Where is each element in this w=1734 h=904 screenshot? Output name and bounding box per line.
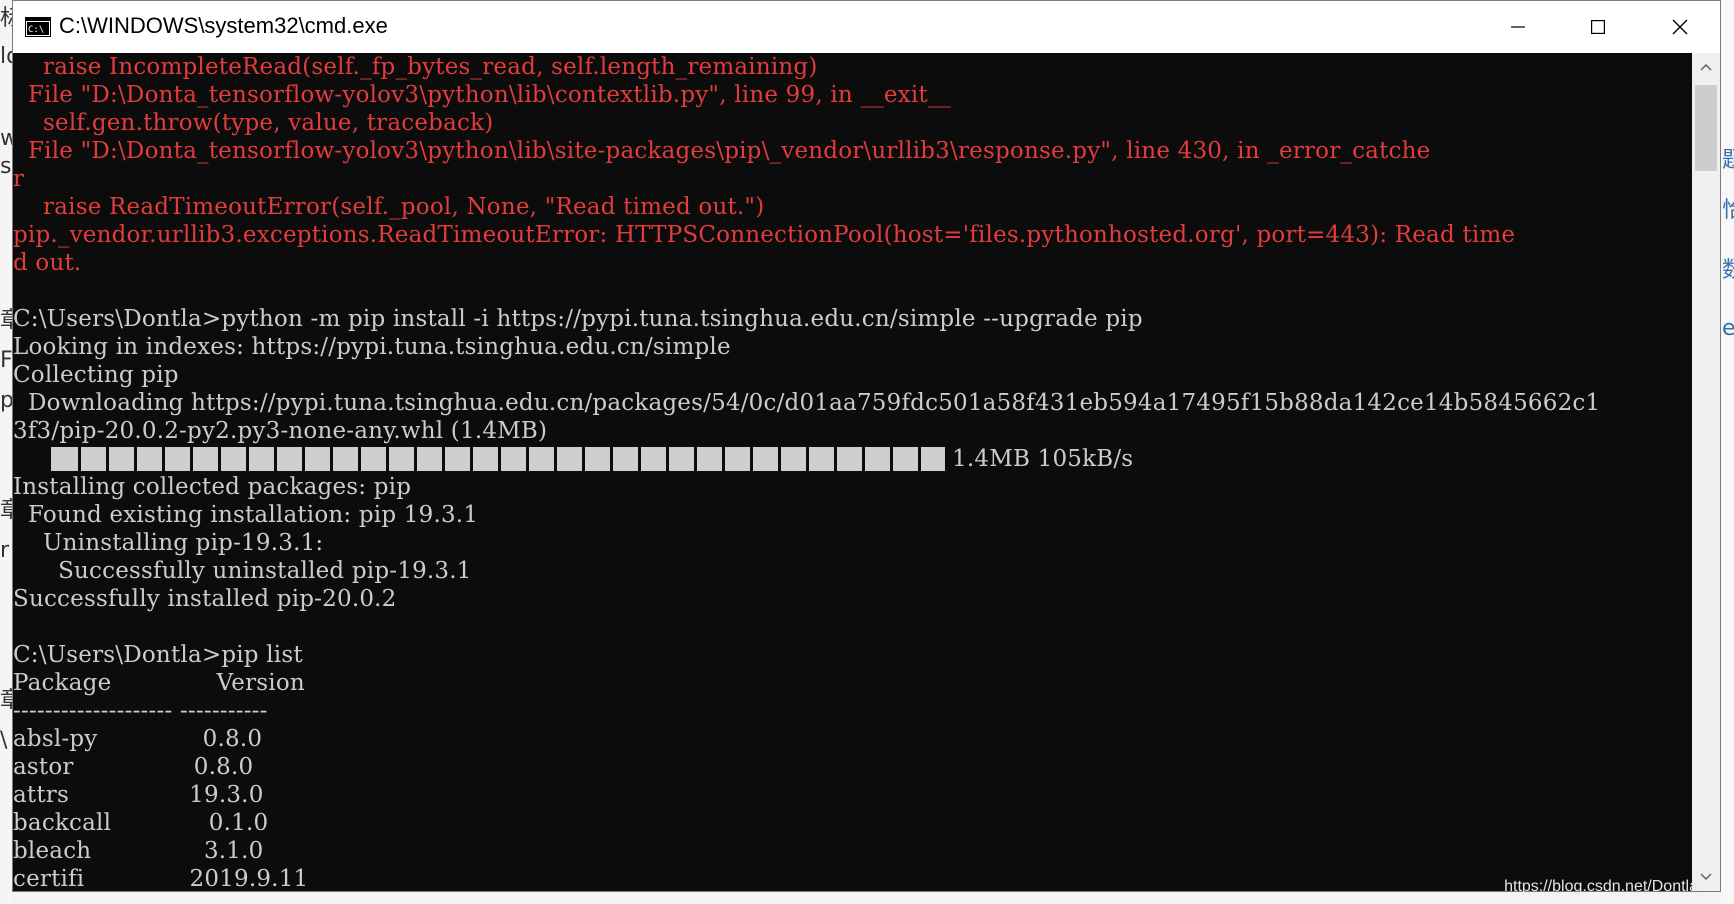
background-text-fragment: 题 (1722, 148, 1734, 173)
console-line: Successfully uninstalled pip-19.3.1 (13, 558, 472, 584)
console-line: 3f3/pip-20.0.2-py2.py3-none-any.whl (1.4… (13, 418, 548, 444)
background-text-fragment: 数 (1722, 258, 1734, 283)
console-line: Package Version (13, 670, 305, 696)
console-line: C:\Users\Dontla>pip list (13, 642, 303, 668)
progress-indent (13, 446, 51, 472)
console-line: -------------------- ----------- (13, 698, 268, 724)
maximize-icon (1591, 20, 1605, 34)
vertical-scrollbar[interactable] (1692, 53, 1720, 891)
console-line: bleach 3.1.0 (13, 838, 264, 864)
close-button[interactable] (1640, 1, 1720, 53)
background-text-fragment: 章 (0, 308, 12, 333)
console-output[interactable]: raise IncompleteRead(self._fp_bytes_read… (13, 53, 1693, 891)
console-line: astor 0.8.0 (13, 754, 254, 780)
progress-bar-fill (52, 447, 943, 471)
console-line: d out. (13, 250, 82, 276)
background-page-bottom (12, 892, 1721, 904)
background-text-fragment: w (0, 126, 12, 151)
background-text-fragment: 章 (0, 688, 12, 713)
chevron-up-icon (1700, 63, 1712, 71)
cmd-app-icon: C:\ (25, 17, 51, 37)
watermark: https://blog.csdn.net/Dontla (1504, 878, 1698, 895)
console-line: self.gen.throw(type, value, traceback) (13, 110, 494, 136)
console-line: pip._vendor.urllib3.exceptions.ReadTimeo… (13, 222, 1516, 248)
svg-text:C:\: C:\ (28, 25, 44, 35)
background-text-fragment: r (0, 538, 10, 563)
background-text-fragment: ld (0, 44, 12, 69)
console-line: raise IncompleteRead(self._fp_bytes_read… (13, 54, 818, 80)
window-title: C:\WINDOWS\system32\cmd.exe (59, 13, 388, 38)
console-line: C:\Users\Dontla>python -m pip install -i… (13, 306, 1143, 332)
console-line: r (13, 166, 25, 192)
console-line: raise ReadTimeoutError(self._pool, None,… (13, 194, 765, 220)
background-text-fragment: 标 (0, 6, 12, 31)
background-page-right: 题恰数 e (1721, 0, 1734, 904)
console-line: Found existing installation: pip 19.3.1 (13, 502, 479, 528)
console-line: Uninstalling pip-19.3.1: (13, 530, 324, 556)
console-line: attrs 19.3.0 (13, 782, 264, 808)
console-line: certifi 2019.9.11 (13, 866, 309, 891)
background-text-fragment: s (0, 154, 12, 179)
minimize-button[interactable] (1478, 1, 1558, 53)
console-line: Collecting pip (13, 362, 179, 388)
background-page-left: 标ldws章Fp章r章\ (0, 0, 12, 904)
scrollbar-thumb[interactable] (1695, 85, 1717, 171)
console-line: File "D:\Donta_tensorflow-yolov3\python\… (13, 138, 1431, 164)
console-line: Downloading https://pypi.tuna.tsinghua.e… (13, 390, 1601, 416)
progress-bar-track (52, 447, 943, 471)
progress-line: 1.4MB 105kB/s (13, 445, 1693, 473)
scroll-up-button[interactable] (1692, 53, 1720, 81)
chevron-down-icon (1700, 873, 1712, 881)
console-line: Installing collected packages: pip (13, 474, 412, 500)
console-line: Successfully installed pip-20.0.2 (13, 586, 397, 612)
cmd-window[interactable]: C:\ C:\WINDOWS\system32\cmd.exe raise In… (12, 0, 1721, 892)
background-text-fragment: e (1722, 316, 1734, 341)
console-line: backcall 0.1.0 (13, 810, 269, 836)
maximize-button[interactable] (1558, 1, 1638, 53)
minimize-icon (1511, 26, 1525, 28)
background-text-fragment: F (0, 348, 12, 373)
background-text-fragment: \ (0, 728, 8, 753)
download-progress-bar (50, 445, 945, 473)
background-text-fragment: 章 (0, 498, 12, 523)
progress-speed: 1.4MB 105kB/s (944, 446, 1134, 472)
console-line: Looking in indexes: https://pypi.tuna.ts… (13, 334, 731, 360)
close-icon (1672, 19, 1688, 35)
background-text-fragment: p (0, 388, 12, 413)
console-line: absl-py 0.8.0 (13, 726, 263, 752)
title-bar[interactable]: C:\ C:\WINDOWS\system32\cmd.exe (13, 1, 1720, 53)
background-text-fragment: 恰 (1722, 198, 1734, 223)
console-line: File "D:\Donta_tensorflow-yolov3\python\… (13, 82, 952, 108)
